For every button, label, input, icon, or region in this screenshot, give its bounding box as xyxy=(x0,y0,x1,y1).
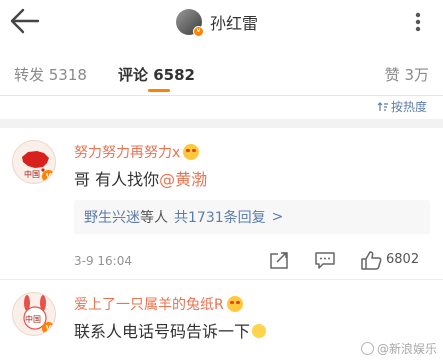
comment-date: 3-9 16:04 xyxy=(74,254,132,268)
reply-user[interactable]: 野生兴迷 xyxy=(84,207,140,227)
profile-header[interactable]: v 孙红雷 xyxy=(176,5,258,39)
comment-username-text: 努力努力再努力x xyxy=(74,145,181,161)
comment-username[interactable]: 爱上了一只属羊的兔纸R xyxy=(74,294,243,314)
tab-forward[interactable]: 转发 5318 xyxy=(14,64,87,85)
active-tab-indicator xyxy=(148,89,170,92)
sort-icon xyxy=(377,101,388,111)
verified-badge: V xyxy=(42,322,55,335)
tab-comment[interactable]: 评论 6582 xyxy=(118,64,195,85)
vertical-ellipsis-icon xyxy=(415,12,421,32)
avatar-caption: 中国 xyxy=(24,170,40,179)
weibo-logo-icon xyxy=(360,342,374,355)
smiley-icon xyxy=(252,324,267,338)
verified-badge: v xyxy=(193,26,204,37)
arrow-left-icon xyxy=(10,8,40,34)
comment-text: 哥 有人找你@黄渤 xyxy=(74,166,207,190)
watermark: @新浪娱乐 xyxy=(360,340,437,357)
comment-body: 哥 有人找你 xyxy=(74,170,160,189)
sort-label: 按热度 xyxy=(390,100,427,114)
thumbs-up-icon xyxy=(361,251,382,270)
reply-count: 共1731条回复 xyxy=(174,210,266,226)
share-button[interactable] xyxy=(268,250,290,270)
comment-avatar[interactable]: 中国 V xyxy=(12,140,56,184)
reply-summary[interactable]: 野生兴迷 等人 共1731条回复 > xyxy=(74,200,430,234)
back-button[interactable] xyxy=(8,6,42,36)
username[interactable]: 孙红雷 xyxy=(210,10,258,34)
reply-mid: 等人 xyxy=(140,210,168,226)
like-count: 6802 xyxy=(386,252,420,267)
like-button[interactable] xyxy=(360,250,382,270)
comment-icon xyxy=(315,252,335,269)
verified-badge: V xyxy=(42,170,55,183)
badge-emoji-icon xyxy=(226,296,243,312)
comment-username-text: 爱上了一只属羊的兔纸R xyxy=(74,297,224,313)
more-button[interactable] xyxy=(403,12,433,32)
watermark-text: @新浪娱乐 xyxy=(376,342,437,356)
divider xyxy=(0,95,443,96)
tab-like[interactable]: 赞 3万 xyxy=(385,64,429,85)
comment-text: 联系人电话号码告诉一下 xyxy=(74,318,267,342)
chevron-right-icon: > xyxy=(271,209,284,225)
badge-emoji-icon xyxy=(183,144,200,160)
divider xyxy=(0,279,443,280)
sort-button[interactable]: 按热度 xyxy=(377,98,427,115)
tab-bar: 转发 5318 评论 6582 赞 3万 xyxy=(0,58,443,92)
top-bar: v 孙红雷 xyxy=(0,0,443,44)
avatar-caption: 中国 xyxy=(25,315,41,324)
comment-avatar[interactable]: 中国 V xyxy=(12,292,56,336)
reply-button[interactable] xyxy=(314,250,336,270)
mention-link[interactable]: @黄渤 xyxy=(159,170,207,189)
comment-username[interactable]: 努力努力再努力x xyxy=(74,142,200,162)
comment-body: 联系人电话号码告诉一下 xyxy=(74,322,251,341)
avatar[interactable]: v xyxy=(176,9,204,37)
section-gap xyxy=(0,119,443,128)
share-icon xyxy=(270,252,288,269)
